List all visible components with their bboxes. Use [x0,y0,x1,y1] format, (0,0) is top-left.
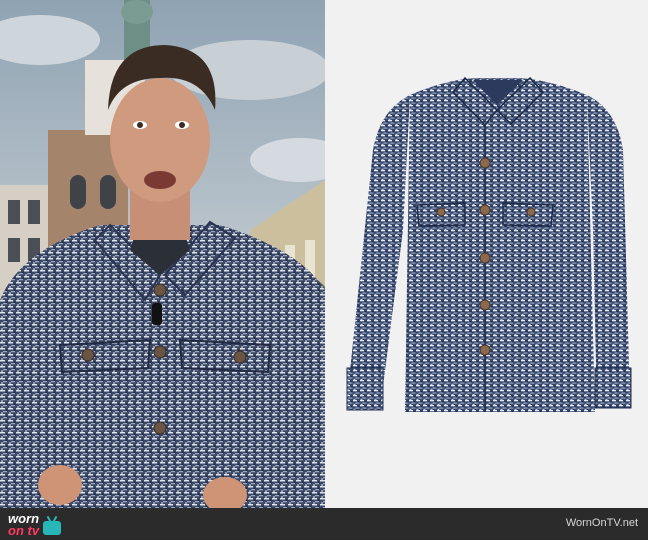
site-credit[interactable]: WornOnTV.net [566,517,638,529]
wornontv-logo[interactable]: worn on tv [8,512,62,538]
presenter-scene [0,0,325,508]
product-shirt-image [325,0,648,508]
tv-icon [43,521,62,535]
product-photo[interactable]: wear match [325,0,648,508]
logo-text: worn on tv [8,512,40,538]
footer-bar: worn on tv WornOnTV.net [0,508,648,540]
logo-line2: on tv [8,523,40,538]
presenter-photo [0,0,325,508]
